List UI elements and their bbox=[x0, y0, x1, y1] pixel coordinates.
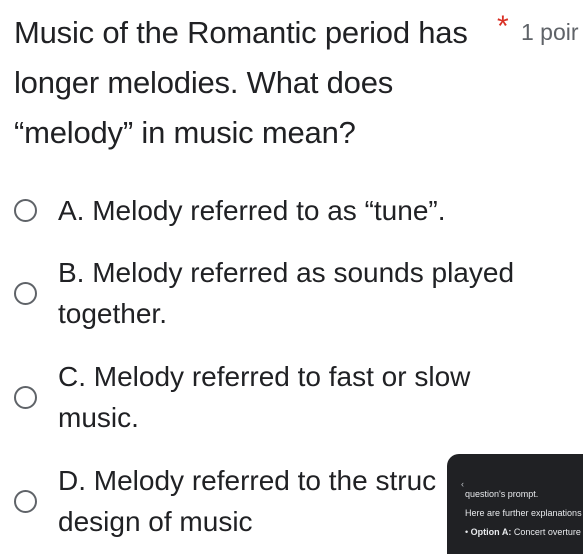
radio-button-d[interactable] bbox=[14, 490, 37, 513]
option-b-line1: B. Melody referred as sounds played bbox=[58, 257, 515, 288]
ai-explanation-popup[interactable]: ‹ question's prompt. Here are further ex… bbox=[447, 454, 583, 554]
option-a[interactable]: A. Melody referred to as “tune”. bbox=[0, 188, 583, 233]
popup-explanation-text: Here are further explanations bbox=[465, 508, 582, 518]
option-b-label: B. Melody referred as sounds played toge… bbox=[58, 252, 558, 334]
option-d-line2: design of music bbox=[58, 506, 253, 537]
points-label: 1 poir bbox=[521, 19, 579, 45]
option-b-line2: together. bbox=[58, 298, 167, 329]
required-asterisk: * bbox=[497, 10, 509, 43]
option-c-line2: music. bbox=[58, 402, 139, 433]
bullet-text: Concert overture bbox=[511, 527, 581, 537]
radio-button-b[interactable] bbox=[14, 282, 37, 305]
option-c-line1: C. Melody referred to fast or slow bbox=[58, 361, 471, 392]
option-b[interactable]: B. Melody referred as sounds played toge… bbox=[0, 250, 583, 335]
option-a-label: A. Melody referred to as “tune”. bbox=[58, 190, 558, 231]
bullet-label: Option A: bbox=[470, 527, 512, 537]
option-a-line1: A. Melody referred to as “tune”. bbox=[58, 195, 446, 226]
popup-bullet-item: • Option A: Concert overture bbox=[465, 526, 581, 538]
popup-prompt-text: question's prompt. bbox=[465, 489, 539, 499]
chevron-left-icon[interactable]: ‹ bbox=[461, 479, 464, 489]
radio-button-c[interactable] bbox=[14, 386, 37, 409]
question-title: Music of the Romantic period has longer … bbox=[14, 15, 468, 150]
option-d-line1: D. Melody referred to the struc bbox=[58, 465, 437, 496]
bullet-marker: • bbox=[465, 527, 469, 537]
option-c-label: C. Melody referred to fast or slow music… bbox=[58, 356, 558, 438]
radio-button-a[interactable] bbox=[14, 199, 37, 222]
option-c[interactable]: C. Melody referred to fast or slow music… bbox=[0, 354, 583, 439]
